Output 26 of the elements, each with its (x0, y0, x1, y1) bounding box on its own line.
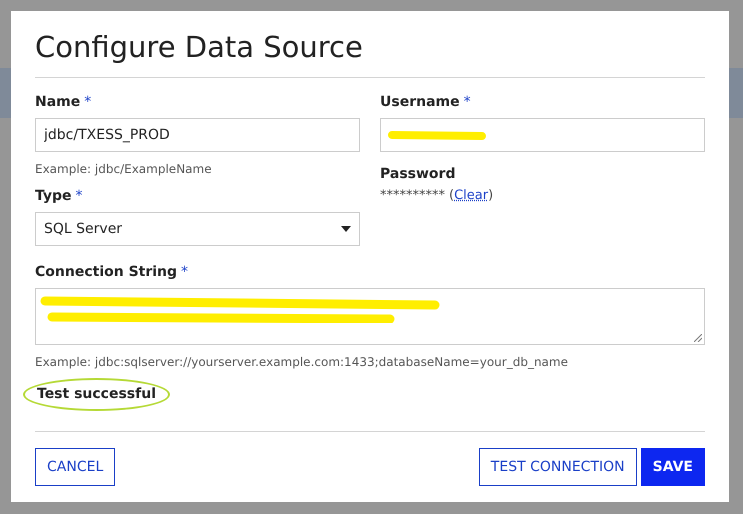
type-dropdown[interactable]: SQL Server (35, 212, 360, 246)
field-hint: Example: jdbc/ExampleName (35, 161, 213, 176)
required-mark: * (464, 93, 471, 112)
dialog-button[interactable]: CANCEL (35, 448, 116, 486)
parenthesis: ) (488, 187, 494, 205)
field-label: Connection String (35, 263, 178, 282)
field-label: Name (35, 93, 80, 112)
status-message: Test successful (23, 378, 170, 410)
dialog-button[interactable]: SAVE (640, 448, 705, 486)
field-label: Username (380, 93, 460, 112)
caret-icon (341, 226, 351, 232)
dialog-button[interactable]: TEST CONNECTION (478, 448, 637, 486)
field-hint: Example: jdbc:sqlserver://yourserver.example.com:1433;databaseName=your_db_name (35, 354, 569, 371)
password-mask: ********** (380, 187, 445, 205)
username-input-field[interactable] (380, 118, 705, 152)
required-mark: * (76, 187, 83, 206)
name-input-field[interactable]: jdbc/TXESS_PROD (35, 118, 360, 152)
resize-grip-icon[interactable] (694, 334, 702, 342)
required-mark: * (84, 93, 92, 112)
required-mark: * (181, 263, 188, 282)
connection-string-field[interactable] (35, 288, 705, 345)
dialog-title: Configure Data Source (35, 27, 705, 78)
field-label: Password (380, 165, 456, 184)
parenthesis: ( (449, 187, 454, 205)
field-label: Type (35, 187, 72, 206)
clear-link[interactable]: Clear (454, 186, 488, 206)
